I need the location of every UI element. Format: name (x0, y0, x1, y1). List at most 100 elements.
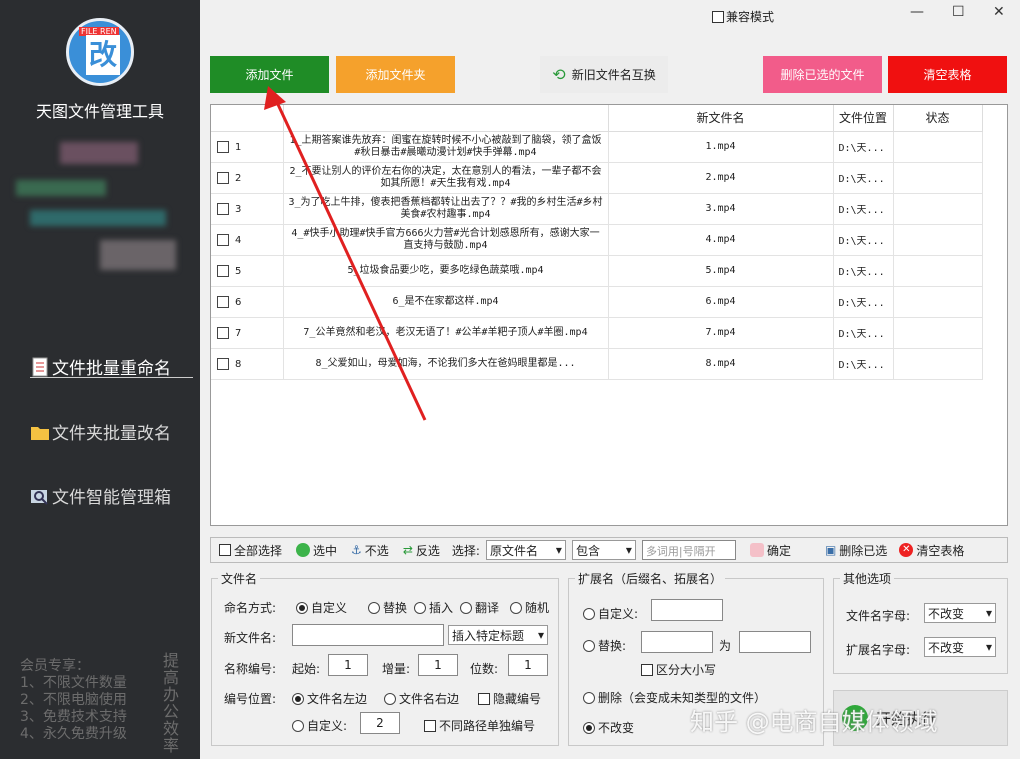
choose-label: 选择: (451, 543, 480, 558)
clear-table-button[interactable]: 清空表格 (888, 56, 1007, 93)
row-checkbox[interactable] (217, 264, 229, 277)
field-value: 原文件名 (489, 543, 538, 558)
case-sensitive-checkbox[interactable]: 区分大小写 (641, 661, 716, 678)
clear-label: 清空表格 (916, 543, 965, 558)
row-number: 7 (235, 327, 242, 339)
select-all-checkbox[interactable]: 全部选择 (219, 542, 282, 559)
pos-right-radio[interactable]: 文件名右边 (384, 690, 459, 707)
pos-left-radio[interactable]: 文件名左边 (292, 690, 367, 707)
col-header-new-name[interactable]: 新文件名 (608, 105, 834, 132)
ext-custom-input[interactable] (651, 599, 723, 621)
mode-translate-radio[interactable]: 翻译 (460, 599, 499, 616)
compat-mode-checkbox[interactable]: 兼容模式 (712, 8, 774, 25)
mode-replace-radio[interactable]: 替换 (368, 599, 407, 616)
insert-title-value: 插入特定标题 (452, 628, 525, 643)
ext-replace-to-input[interactable] (739, 631, 811, 653)
nav-item-batch-rename[interactable]: 文件批量重命名 (30, 354, 171, 379)
swap-names-button[interactable]: ⟲ 新旧文件名互换 (540, 56, 668, 93)
document-icon (30, 357, 50, 377)
delete-selected-files-button[interactable]: 删除已选的文件 (763, 56, 882, 93)
row-checkbox[interactable] (217, 233, 229, 246)
ext-keep-radio[interactable]: 不改变 (583, 719, 634, 736)
original-name-cell: 5_垃圾食品要少吃，要多吃绿色蔬菜哦.mp4 (283, 255, 609, 287)
member-benefits: 会员专享： 1、不限文件数量 2、不限电脑使用 3、免费技术支持 4、永久免费升… (20, 658, 127, 743)
ext-case-value: 不改变 (928, 640, 965, 655)
original-name-cell: 8_父爱如山，母爱如海，不论我们多大在爸妈眼里都是... (283, 348, 609, 380)
maximize-button[interactable]: ☐ (952, 4, 965, 20)
new-name-input[interactable] (292, 624, 444, 646)
mode-select[interactable]: 包含 ▾ (571, 540, 636, 560)
row-select-cell[interactable]: 6 (211, 286, 284, 318)
nav-item-smart-manager[interactable]: 文件智能管理箱 (30, 483, 171, 508)
row-select-cell[interactable]: 2 (211, 162, 284, 194)
row-select-cell[interactable]: 3 (211, 193, 284, 225)
fn-case-select[interactable]: 不改变 ▾ (924, 603, 996, 623)
row-select-cell[interactable]: 5 (211, 255, 284, 287)
table-row[interactable]: 5 5_垃圾食品要少吃，要多吃绿色蔬菜哦.mp4 5.mp4 D:\天... (211, 255, 983, 287)
pos-custom-radio[interactable]: 自定义: (292, 717, 347, 734)
ext-custom-radio[interactable]: 自定义: (583, 605, 638, 622)
row-number: 1 (235, 141, 242, 153)
minimize-button[interactable]: — (910, 4, 924, 20)
unselect-button[interactable]: ⚓ 不选 (351, 542, 389, 559)
mode-custom-radio[interactable]: 自定义 (296, 599, 347, 616)
delete-selected-button[interactable]: ▣ 删除已选 (825, 542, 887, 559)
start-label: 起始: (292, 662, 321, 676)
row-checkbox[interactable] (217, 326, 229, 339)
custom-position-input[interactable]: 2 (360, 712, 400, 734)
status-cell (893, 348, 983, 380)
ext-replace-radio[interactable]: 替换: (583, 637, 626, 654)
check-circle-icon (296, 543, 311, 557)
ext-case-select[interactable]: 不改变 ▾ (924, 637, 996, 657)
row-select-cell[interactable]: 8 (211, 348, 284, 380)
add-file-button[interactable]: 添加文件 (210, 56, 329, 93)
field-select[interactable]: 原文件名 ▾ (485, 540, 566, 560)
digits-input[interactable]: 1 (508, 654, 548, 676)
hide-number-checkbox[interactable]: 隐藏编号 (478, 690, 541, 707)
close-button[interactable]: ✕ (993, 4, 1005, 20)
original-name-cell: 3_为了吃上牛排，傻表把香蕉档都转让出去了？？#我的乡村生活#乡村美食#农村趣事… (283, 193, 609, 225)
chevron-down-icon: ▾ (537, 628, 544, 642)
table-row[interactable]: 8 8_父爱如山，母爱如海，不论我们多大在爸妈眼里都是... 8.mp4 D:\… (211, 348, 983, 380)
separate-numbering-checkbox[interactable]: 不同路径单独编号 (424, 717, 535, 734)
row-checkbox[interactable] (217, 202, 229, 215)
table-row[interactable]: 6 6_是不在家都这样.mp4 6.mp4 D:\天... (211, 286, 983, 318)
table-row[interactable]: 3 3_为了吃上牛排，傻表把香蕉档都转让出去了？？#我的乡村生活#乡村美食#农村… (211, 193, 983, 225)
increment-input[interactable]: 1 (418, 654, 458, 676)
invert-label: 反选 (415, 543, 440, 558)
unselect-label: 不选 (364, 543, 389, 558)
mode-insert-radio[interactable]: 插入 (414, 599, 453, 616)
checkbox-label: 不同路径单独编号 (439, 719, 536, 733)
col-header-location[interactable]: 文件位置 (833, 105, 894, 132)
nav-item-folder-rename[interactable]: 文件夹批量改名 (30, 419, 171, 444)
add-folder-button[interactable]: 添加文件夹 (336, 56, 455, 93)
confirm-button[interactable]: 确定 (749, 542, 791, 559)
member-line: 2、不限电脑使用 (20, 692, 127, 708)
member-line: 1、不限文件数量 (20, 675, 127, 691)
row-checkbox[interactable] (217, 295, 229, 308)
row-checkbox[interactable] (217, 140, 229, 153)
col-header-status[interactable]: 状态 (893, 105, 983, 132)
start-input[interactable]: 1 (328, 654, 368, 676)
invert-button[interactable]: ⇄ 反选 (403, 542, 440, 559)
insert-title-select[interactable]: 插入特定标题 ▾ (448, 625, 548, 645)
ext-replace-from-input[interactable] (641, 631, 713, 653)
new-name-cell: 4.mp4 (608, 224, 834, 256)
row-select-cell[interactable]: 4 (211, 224, 284, 256)
row-select-cell[interactable]: 7 (211, 317, 284, 349)
row-checkbox[interactable] (217, 171, 229, 184)
folder-icon (30, 422, 50, 442)
keyword-input[interactable]: 多词用|号隔开 (641, 540, 736, 560)
clear-table-toolbar-button[interactable]: ✕ 清空表格 (899, 542, 964, 559)
table-row[interactable]: 1 1_上期答案谁先放弃：闺蜜在旋转时候不小心被敲到了脑袋，领了盒饭#秋日暴击#… (211, 131, 983, 163)
table-row[interactable]: 7 7_公羊竟然和老汉，老汉无语了！#公羊#羊粑子顶人#羊圈.mp4 7.mp4… (211, 317, 983, 349)
row-number: 3 (235, 203, 242, 215)
status-cell (893, 317, 983, 349)
logo-char: 改 (86, 35, 120, 75)
table-row[interactable]: 4 4_#快手小助理#快手官方666火力营#光合计划感恩所有，感谢大家一直支持与… (211, 224, 983, 256)
table-row[interactable]: 2 2_不要让别人的评价左右你的决定，太在意别人的看法，一辈子都不会如其所愿！#… (211, 162, 983, 194)
row-checkbox[interactable] (217, 357, 229, 370)
row-select-cell[interactable]: 1 (211, 131, 284, 163)
select-button[interactable]: 选中 (296, 542, 337, 559)
mode-random-radio[interactable]: 随机 (510, 599, 549, 616)
